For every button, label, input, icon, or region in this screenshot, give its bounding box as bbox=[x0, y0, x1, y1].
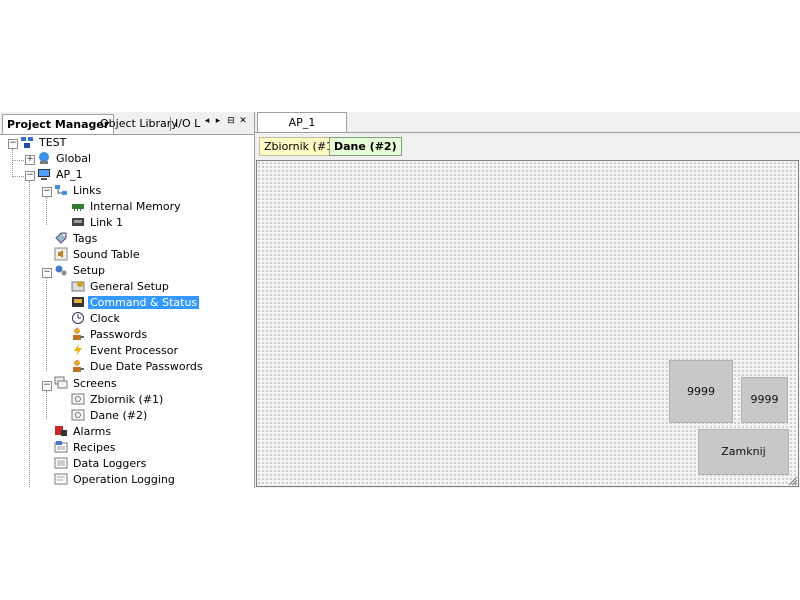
tree-line bbox=[46, 391, 47, 419]
tree-item-link1[interactable]: Link 1 bbox=[71, 215, 125, 231]
close-icon[interactable]: ✕ bbox=[238, 116, 248, 126]
tree-item-setup[interactable]: Setup bbox=[54, 263, 107, 279]
data-logger-icon bbox=[54, 457, 68, 469]
expand-toggle[interactable]: + bbox=[25, 155, 35, 165]
tree-item-test[interactable]: TEST bbox=[20, 135, 68, 151]
tree-item-data-loggers[interactable]: Data Loggers bbox=[54, 456, 148, 472]
tab-divider bbox=[255, 132, 800, 133]
close-screen-button[interactable]: Zamknij bbox=[698, 429, 789, 475]
tree-line bbox=[29, 181, 30, 488]
tree-item-operation-logging[interactable]: Operation Logging bbox=[54, 472, 177, 488]
project-tree: − TEST + Global − AP_1 − Links Internal … bbox=[0, 135, 254, 488]
tab-ap1[interactable]: AP_1 bbox=[257, 112, 347, 133]
screen-icon bbox=[71, 409, 85, 421]
design-canvas[interactable]: 9999 9999 Zamknij bbox=[256, 160, 799, 487]
tree-item-general-setup[interactable]: General Setup bbox=[71, 279, 171, 295]
scroll-left-icon[interactable]: ◂ bbox=[202, 116, 212, 126]
tree-item-due-date-passwords[interactable]: Due Date Passwords bbox=[71, 359, 205, 375]
clock-icon bbox=[72, 312, 84, 324]
tree-item-links[interactable]: Links bbox=[54, 183, 103, 199]
tab-io-links[interactable]: I/O L bbox=[173, 115, 202, 132]
recipes-icon bbox=[54, 441, 68, 453]
tags-icon bbox=[55, 232, 67, 244]
tree-line bbox=[12, 149, 13, 177]
screen-icon bbox=[71, 393, 85, 405]
sound-icon bbox=[54, 247, 68, 261]
app-window: Project Manager Object Library I/O L ◂ ▸… bbox=[0, 112, 800, 488]
collapse-toggle[interactable]: − bbox=[25, 171, 35, 181]
tree-item-passwords[interactable]: Passwords bbox=[71, 327, 149, 343]
tree-item-sound-table[interactable]: Sound Table bbox=[54, 247, 142, 263]
alarm-icon bbox=[55, 426, 67, 436]
tree-line bbox=[46, 278, 47, 371]
operation-log-icon bbox=[54, 473, 68, 485]
collapse-toggle[interactable]: − bbox=[42, 268, 52, 278]
tree-item-screens[interactable]: Screens bbox=[54, 376, 119, 392]
network-icon bbox=[55, 185, 67, 195]
scroll-right-icon[interactable]: ▸ bbox=[213, 116, 223, 126]
tree-item-command-status[interactable]: Command & Status bbox=[71, 295, 200, 311]
numeric-display-1[interactable]: 9999 bbox=[669, 360, 733, 423]
user-key-icon bbox=[73, 360, 84, 372]
setup-window-icon bbox=[71, 281, 85, 292]
tree-item-clock[interactable]: Clock bbox=[71, 311, 122, 327]
panel-tab-bar: Project Manager Object Library I/O L ◂ ▸… bbox=[0, 112, 254, 135]
tab-screen-dane[interactable]: Dane (#2) bbox=[329, 137, 402, 156]
tree-item-ap1[interactable]: AP_1 bbox=[37, 167, 85, 183]
tree-item-event-processor[interactable]: Event Processor bbox=[71, 343, 180, 359]
project-manager-panel: Project Manager Object Library I/O L ◂ ▸… bbox=[0, 112, 255, 488]
device-link-icon bbox=[72, 218, 84, 226]
collapse-toggle[interactable]: − bbox=[42, 381, 52, 391]
tree-item-alarms[interactable]: Alarms bbox=[54, 424, 113, 440]
collapse-toggle[interactable]: − bbox=[8, 139, 18, 149]
tab-object-library[interactable]: Object Library bbox=[98, 115, 180, 132]
project-icon bbox=[21, 137, 33, 148]
tree-item-global[interactable]: Global bbox=[37, 151, 93, 167]
tree-line bbox=[46, 197, 47, 225]
tree-item-internal-memory[interactable]: Internal Memory bbox=[71, 199, 183, 215]
tree-item-screen-dane[interactable]: Dane (#2) bbox=[71, 408, 149, 424]
resize-grip-icon[interactable] bbox=[788, 476, 798, 486]
memory-chip-icon bbox=[72, 204, 84, 211]
monitor-icon bbox=[38, 169, 50, 180]
collapse-toggle[interactable]: − bbox=[42, 187, 52, 197]
tree-item-screen-zbiornik[interactable]: Zbiornik (#1) bbox=[71, 392, 165, 408]
numeric-display-2[interactable]: 9999 bbox=[741, 377, 788, 423]
tab-separator bbox=[170, 117, 171, 131]
tree-item-recipes[interactable]: Recipes bbox=[54, 440, 118, 456]
pin-icon[interactable]: ⊟ bbox=[226, 116, 236, 126]
screens-icon bbox=[54, 376, 68, 389]
globe-icon bbox=[39, 152, 49, 164]
screen-editor: AP_1 Zbiornik (#1) Dane (#2) 9999 9999 Z… bbox=[255, 112, 800, 488]
user-key-icon bbox=[73, 328, 84, 340]
tree-label: TEST bbox=[39, 136, 67, 149]
lightning-icon bbox=[74, 344, 82, 356]
tree-item-tags[interactable]: Tags bbox=[54, 231, 99, 247]
gears-icon bbox=[55, 265, 67, 276]
tree-line bbox=[12, 176, 26, 177]
tree-line bbox=[12, 160, 26, 161]
command-status-icon bbox=[72, 297, 84, 307]
